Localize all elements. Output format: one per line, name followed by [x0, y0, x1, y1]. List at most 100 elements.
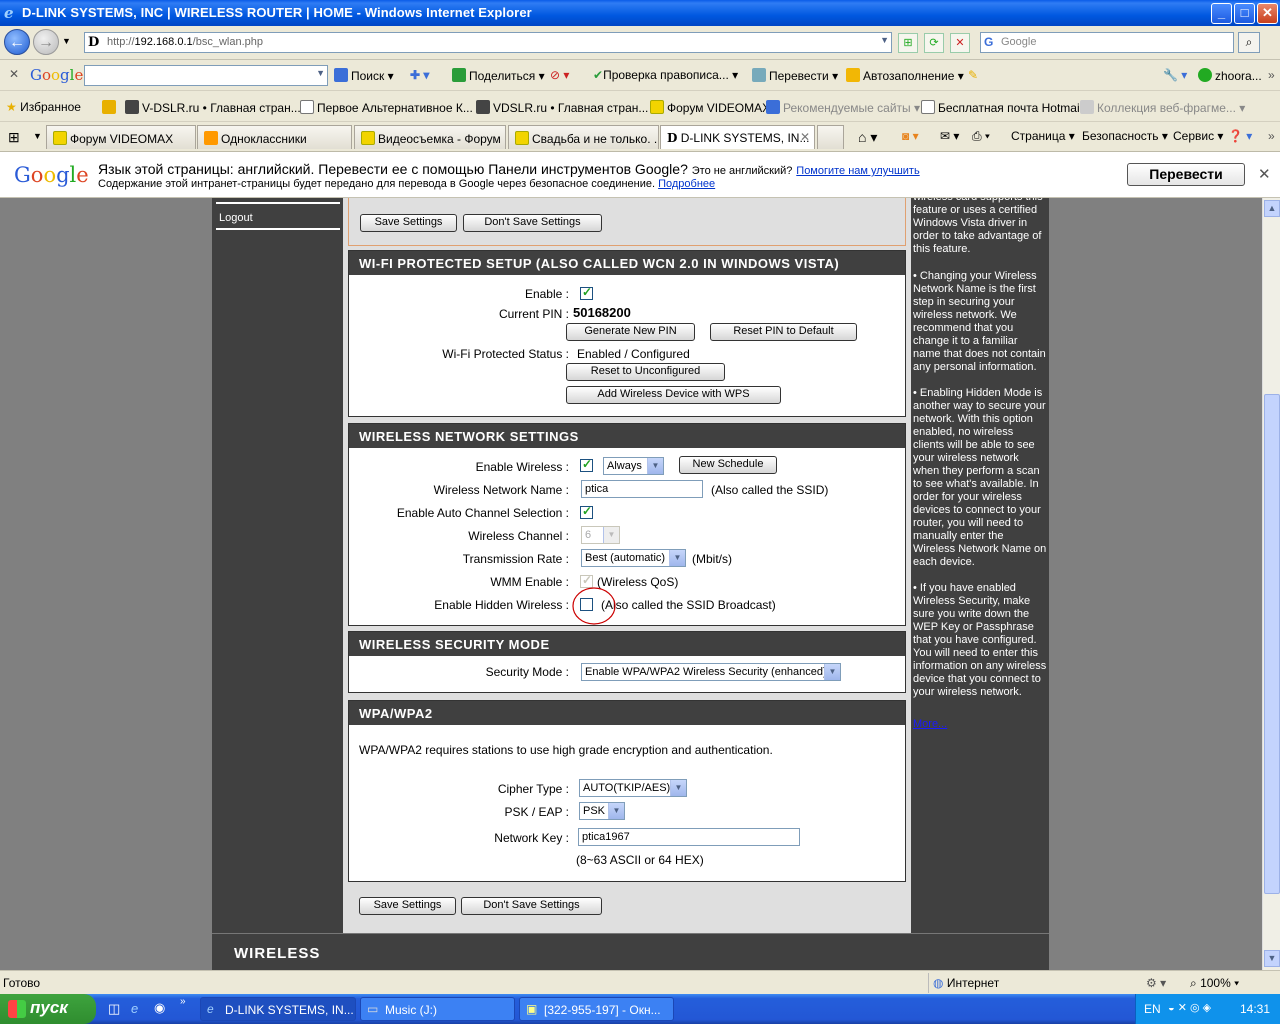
quicklaunch-ie-icon[interactable]: e	[131, 1001, 138, 1016]
close-button[interactable]: ✕	[1257, 3, 1278, 24]
help-icon[interactable]: ❓ ▾	[1228, 129, 1252, 143]
stop-icon[interactable]: ✕	[950, 33, 970, 53]
cipher-type-select[interactable]: AUTO(TKIP/AES) ▼	[579, 779, 687, 797]
quicklaunch-desktop-icon[interactable]: ◫	[108, 1001, 120, 1017]
tools-menu[interactable]: Сервис ▾	[1173, 129, 1223, 143]
ssid-input[interactable]: ptica	[581, 480, 703, 498]
psk-eap-select[interactable]: PSK ▼	[579, 802, 625, 820]
logout-link[interactable]: Logout	[219, 212, 253, 224]
ie-icon: e	[207, 1002, 214, 1016]
print-icon[interactable]: ⎙ ▾	[972, 129, 990, 144]
toolbar-close-icon[interactable]: ✕	[9, 67, 19, 81]
tray-icons[interactable]: ◒ ✕ ◎ ◈	[1168, 1001, 1211, 1014]
wps-enable-checkbox[interactable]	[580, 285, 593, 300]
new-schedule-button[interactable]: New Schedule	[679, 456, 777, 474]
favorite-link[interactable]: Коллекция веб-фрагме... ▾	[1080, 100, 1245, 115]
transmission-rate-select[interactable]: Best (automatic) ▼	[581, 549, 686, 567]
favorite-link[interactable]: Рекомендуемые сайты ▾	[766, 100, 920, 115]
scroll-up-icon[interactable]: ▲	[1264, 200, 1280, 217]
quicklaunch-media-icon[interactable]: ◉	[154, 1000, 165, 1016]
favorite-link[interactable]: VDSLR.ru • Главная стран...	[476, 100, 648, 115]
favorite-link[interactable]: Бесплатная почта Hotmail	[921, 100, 1082, 115]
new-tab-button[interactable]	[817, 125, 844, 149]
zoom-control[interactable]: ⌕ 100% ▾	[1190, 976, 1239, 991]
help-more-link[interactable]: More...	[913, 718, 947, 730]
favorite-link[interactable]: V-DSLR.ru • Главная стран...	[125, 100, 301, 115]
tab-odnoklassniki[interactable]: Одноклассники	[197, 125, 352, 149]
task-music[interactable]: ▭ Music (J:)	[360, 997, 515, 1021]
help-improve-link[interactable]: Помогите нам улучшить	[796, 165, 919, 177]
back-button[interactable]: ←	[4, 29, 30, 55]
start-button[interactable]: пуск	[0, 994, 96, 1024]
task-ie[interactable]: e D-LINK SYSTEMS, IN...	[200, 997, 356, 1021]
plus-icon[interactable]: ✚ ▾	[410, 68, 429, 82]
popup-blocker-icon[interactable]: ⊘ ▾	[550, 68, 569, 82]
search-go-button[interactable]: ⌕	[1238, 32, 1260, 53]
toolbar-overflow-icon[interactable]: »	[1268, 68, 1275, 82]
generate-pin-button[interactable]: Generate New PIN	[566, 323, 695, 341]
auto-channel-checkbox[interactable]	[580, 504, 593, 519]
zone-indicator[interactable]: ◍ Интернет	[928, 973, 999, 993]
cipher-type-label: Cipher Type :	[497, 782, 569, 796]
translate-button[interactable]: Перевести	[1127, 163, 1245, 186]
home-icon[interactable]: ⌂ ▾	[858, 129, 877, 146]
security-mode-select[interactable]: Enable WPA/WPA2 Wireless Security (enhan…	[581, 663, 841, 681]
channel-select[interactable]: 6 ▼	[581, 526, 620, 544]
scroll-thumb[interactable]	[1264, 394, 1280, 894]
account-button[interactable]: zhoora...	[1198, 68, 1262, 83]
more-info-link[interactable]: Подробнее	[658, 178, 715, 190]
search-input[interactable]: G Google	[980, 32, 1234, 53]
highlighter-icon[interactable]: ✎	[968, 68, 978, 82]
security-mode-label: Security Mode :	[485, 665, 569, 679]
protected-mode-icon[interactable]: ⚙ ▾	[1146, 976, 1166, 990]
infobar-close-icon[interactable]: ✕	[1258, 165, 1271, 183]
address-input[interactable]: D http://192.168.0.1/bsc_wlan.php ▼	[84, 32, 892, 53]
tab-dlink[interactable]: D D-LINK SYSTEMS, IN... ✕	[660, 125, 815, 149]
network-key-input[interactable]: ptica1967	[578, 828, 800, 846]
favorite-link[interactable]: Форум VIDEOMAX	[650, 100, 770, 115]
translate-toolbar-button[interactable]: Перевести ▾	[752, 68, 838, 83]
feeds-icon[interactable]: ◙ ▾	[902, 129, 919, 143]
reset-pin-button[interactable]: Reset PIN to Default	[710, 323, 857, 341]
tab-list-dropdown-icon[interactable]: ▼	[33, 131, 42, 141]
minimize-button[interactable]: _	[1211, 3, 1232, 24]
tab-close-icon[interactable]: ✕	[800, 130, 810, 144]
spellcheck-button[interactable]: ✔Проверка правописа... ▾	[593, 68, 738, 82]
save-settings-button-top[interactable]: Save Settings	[360, 214, 457, 232]
favorite-link[interactable]	[102, 100, 119, 115]
address-dropdown-icon[interactable]: ▼	[880, 35, 889, 45]
security-menu[interactable]: Безопасность ▾	[1082, 129, 1168, 143]
favorite-link[interactable]: Первое Альтернативное К...	[300, 100, 473, 115]
vertical-scrollbar[interactable]: ▲ ▼	[1262, 198, 1280, 970]
refresh-icon[interactable]: ⟳	[924, 33, 944, 53]
command-overflow-icon[interactable]: »	[1268, 129, 1275, 143]
task-window[interactable]: ▣ [322-955-197] - Окн...	[519, 997, 674, 1021]
favorites-button[interactable]: ★ Избранное	[6, 100, 81, 114]
schedule-select[interactable]: Always ▼	[603, 457, 664, 475]
wrench-icon[interactable]: 🔧 ▾	[1163, 68, 1187, 82]
add-wireless-device-button[interactable]: Add Wireless Device with WPS	[566, 386, 781, 404]
forward-button[interactable]: →	[33, 29, 59, 55]
mail-icon[interactable]: ✉ ▾	[940, 129, 959, 143]
dont-save-settings-button-top[interactable]: Don't Save Settings	[463, 214, 602, 232]
language-indicator[interactable]: EN	[1144, 1002, 1161, 1016]
reset-unconfigured-button[interactable]: Reset to Unconfigured	[566, 363, 725, 381]
page-menu[interactable]: Страница ▾	[1011, 129, 1075, 143]
dont-save-settings-button[interactable]: Don't Save Settings	[461, 897, 602, 915]
maximize-button[interactable]: □	[1234, 3, 1255, 24]
history-dropdown-icon[interactable]: ▼	[62, 36, 71, 46]
google-toolbar-search-input[interactable]: ▼	[84, 65, 328, 86]
toolbar-search-button[interactable]: Поиск ▾	[334, 68, 394, 83]
tab-videomax[interactable]: Форум VIDEOMAX	[46, 125, 196, 149]
compat-view-icon[interactable]: ⊞	[898, 33, 918, 53]
autofill-button[interactable]: Автозаполнение ▾	[846, 68, 964, 83]
window-titlebar[interactable]: e D-LINK SYSTEMS, INC | WIRELESS ROUTER …	[0, 0, 1280, 26]
tab-svadba[interactable]: Свадьба и не только. ...	[508, 125, 659, 149]
tab-videosemka[interactable]: Видеосъемка - Форум ...	[354, 125, 506, 149]
scroll-down-icon[interactable]: ▼	[1264, 950, 1280, 967]
share-button[interactable]: Поделиться ▾	[452, 68, 545, 83]
quick-tabs-icon[interactable]: ⊞	[8, 129, 20, 146]
enable-wireless-checkbox[interactable]	[580, 457, 593, 472]
save-settings-button[interactable]: Save Settings	[359, 897, 456, 915]
quicklaunch-overflow-icon[interactable]: »	[180, 996, 186, 1007]
